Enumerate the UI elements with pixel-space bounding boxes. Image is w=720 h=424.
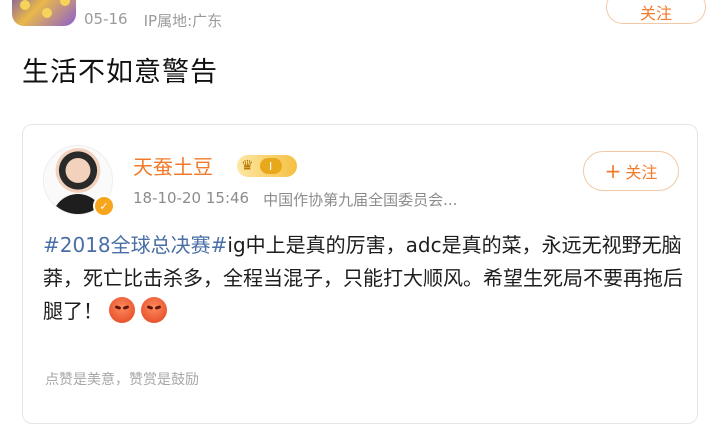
avatar-decoration xyxy=(42,8,52,18)
poster-avatar[interactable] xyxy=(12,0,76,26)
quoted-source: 中国作协第九届全国委员会... xyxy=(263,191,458,209)
plus-icon: + xyxy=(604,159,622,183)
post-meta: 05-16 IP属地:广东 xyxy=(84,10,222,31)
quoted-post-card[interactable]: ✓ 天蚕土豆 ♛ I 18-10-20 15:46 中国作协第九届全国委员会..… xyxy=(22,124,698,424)
avatar-decoration xyxy=(20,0,30,10)
post-ip-location: IP属地:广东 xyxy=(143,12,223,30)
post-text: 生活不如意警告 xyxy=(22,57,218,88)
avatar-decoration xyxy=(60,0,70,6)
post-date: 05-16 xyxy=(84,10,128,28)
quoted-follow-button[interactable]: + 关注 xyxy=(583,151,679,191)
angry-emoji-icon xyxy=(141,297,167,323)
quoted-meta: 18-10-20 15:46 中国作协第九届全国委员会... xyxy=(133,189,457,210)
quoted-author-name[interactable]: 天蚕土豆 xyxy=(133,151,213,180)
quoted-post-text: #2018全球总决赛#ig中上是真的厉害，adc是真的菜，永远无视野无脑莽，死亡… xyxy=(43,229,683,328)
vip-level-badge: ♛ I xyxy=(237,155,297,177)
follow-button-label: 关注 xyxy=(639,4,672,23)
reward-footer: 点赞是美意，赞赏是鼓励 xyxy=(45,372,199,388)
angry-emoji-icon xyxy=(109,297,135,323)
verified-icon: ✓ xyxy=(93,195,115,217)
follow-button[interactable]: 关注 xyxy=(606,0,706,24)
crown-icon: ♛ xyxy=(241,158,254,174)
quoted-follow-label: 关注 xyxy=(625,163,658,182)
level-number: I xyxy=(259,158,282,174)
quoted-datetime: 18-10-20 15:46 xyxy=(133,189,250,207)
hashtag-link[interactable]: #2018全球总决赛# xyxy=(43,233,227,257)
